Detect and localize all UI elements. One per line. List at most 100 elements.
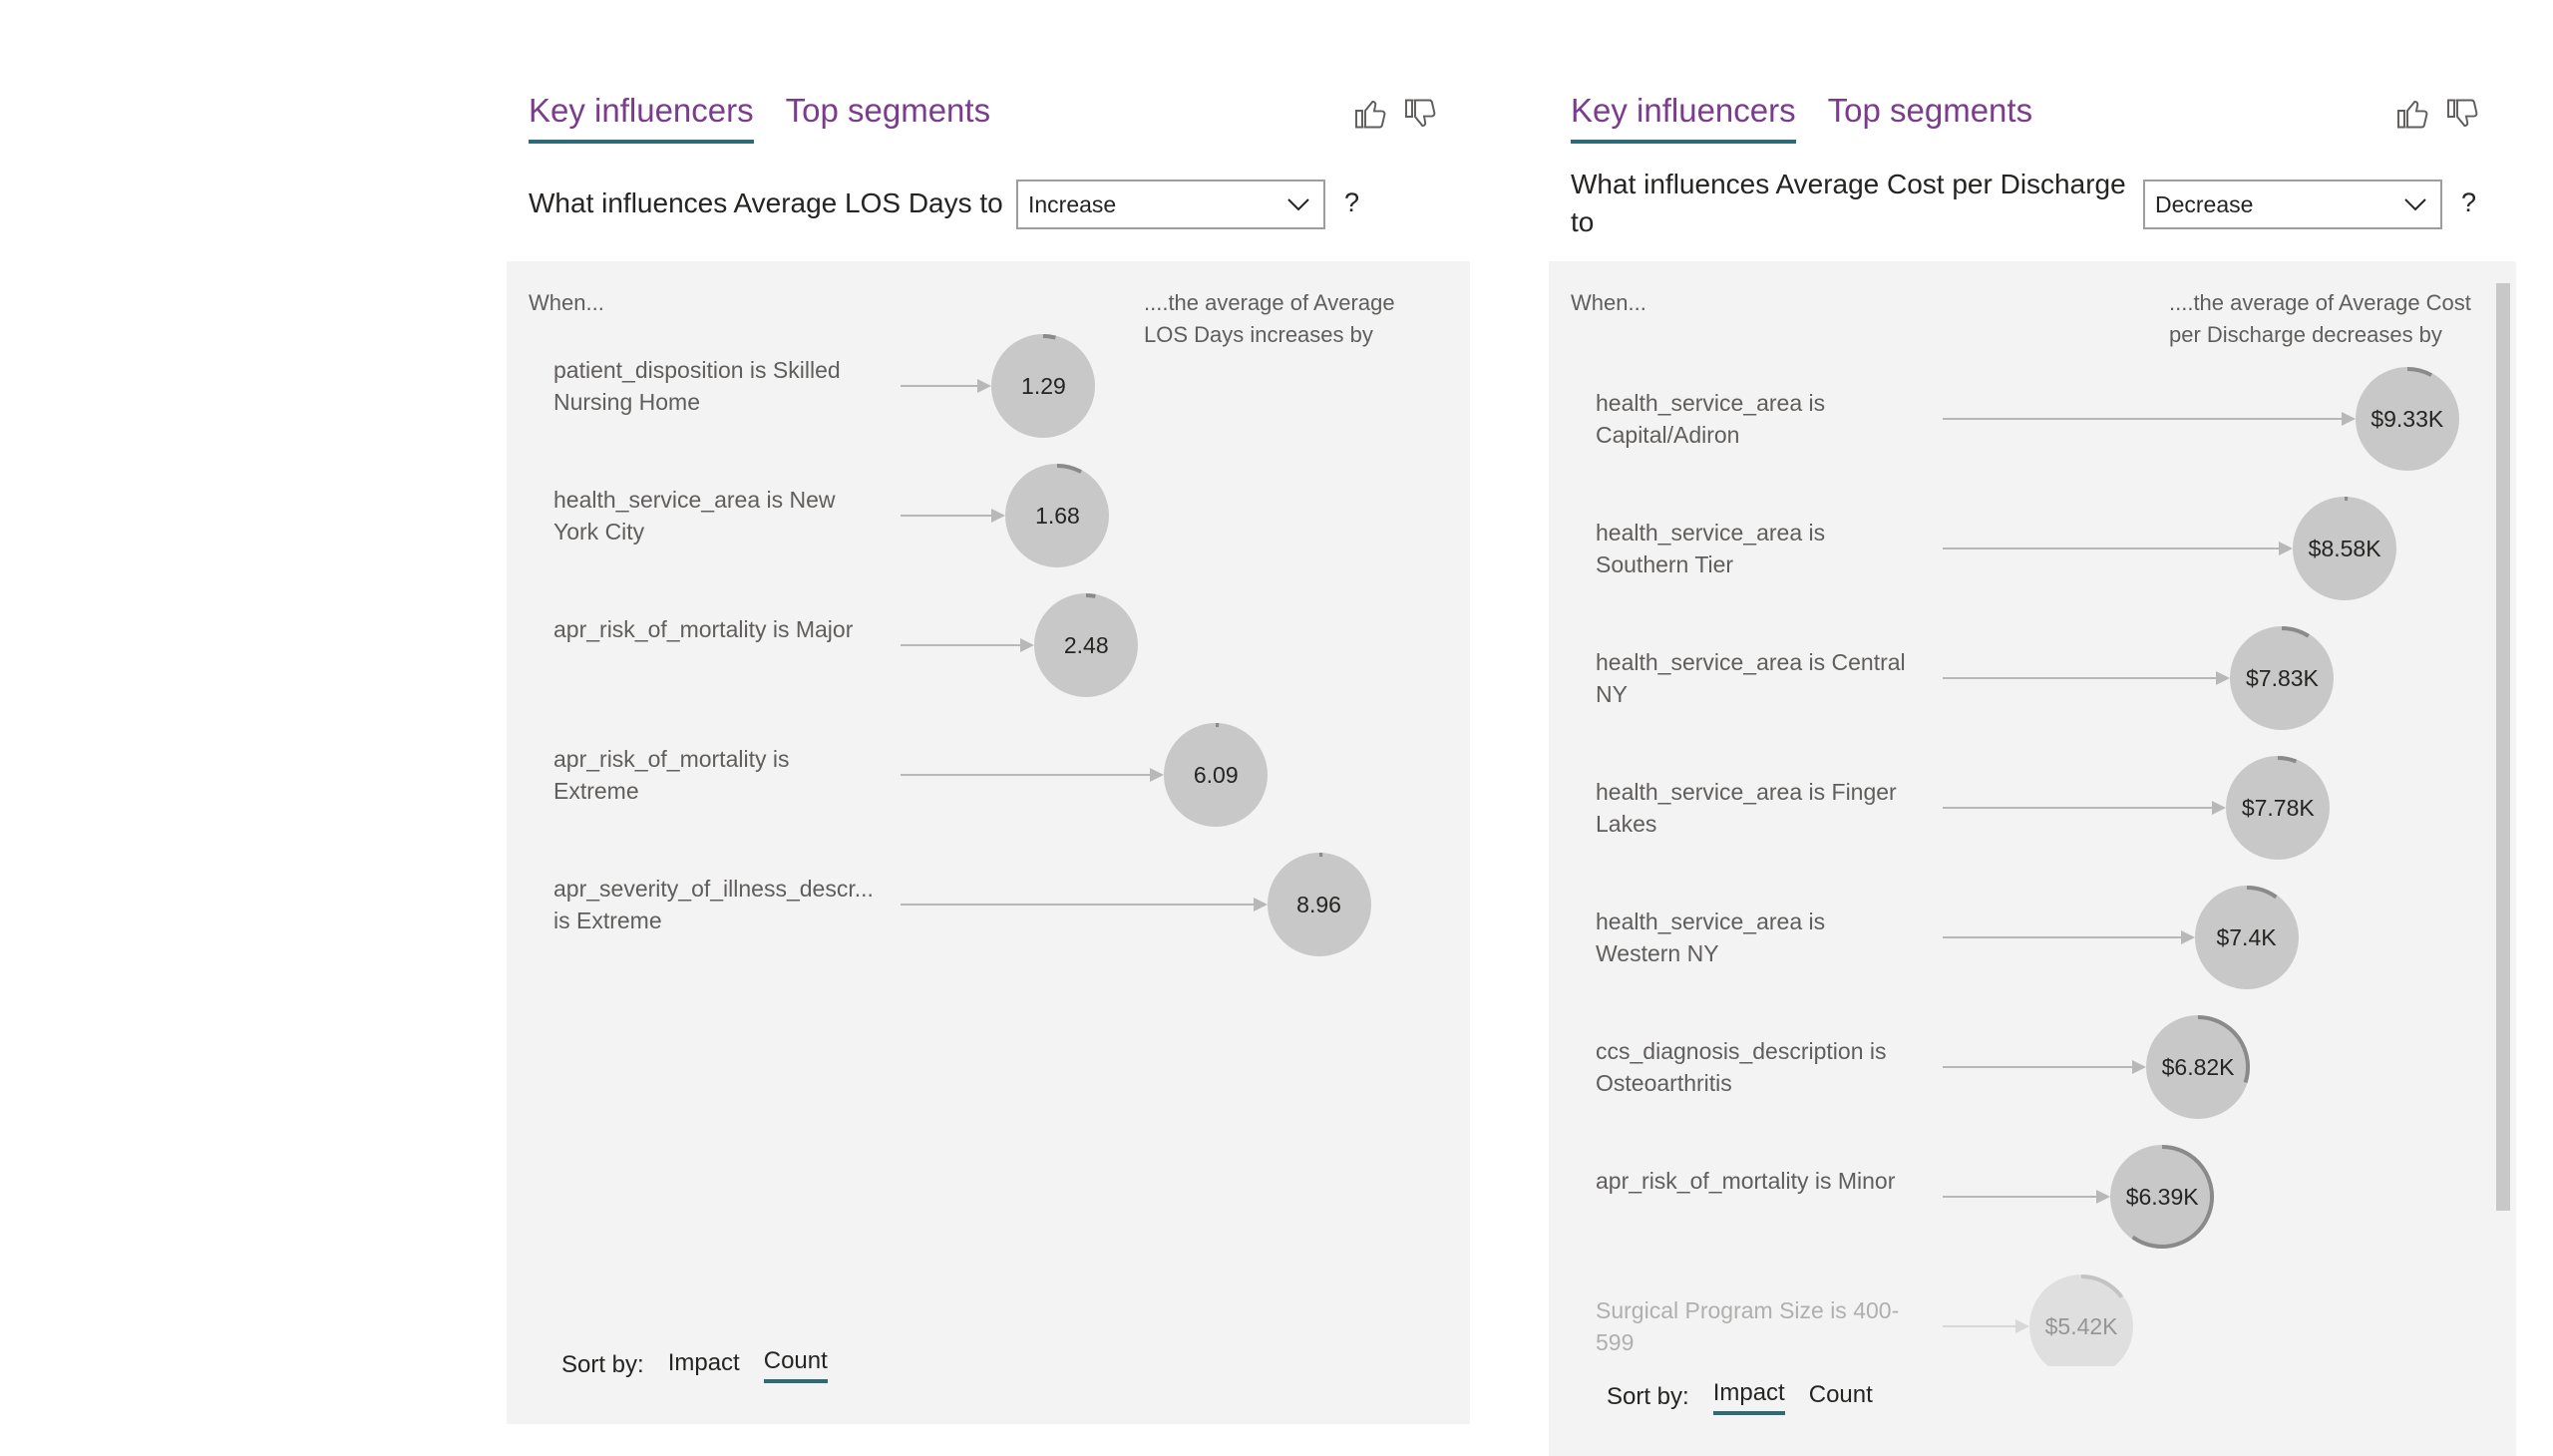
thumbs-up-icon[interactable]	[1353, 96, 1389, 132]
sort-label: Sort by:	[561, 1351, 644, 1378]
influencer-arrow-line	[901, 774, 1151, 776]
influencer-label: patient_disposition is Skilled Nursing H…	[553, 357, 841, 415]
influencer-label: health_service_area is Western NY	[1596, 909, 1826, 966]
influencer-bubble[interactable]: $6.39K	[2110, 1145, 2215, 1249]
influencer-value: 8.96	[1296, 891, 1341, 917]
influencer-bubble[interactable]: $8.58K	[2293, 497, 2397, 600]
sort-option-count[interactable]: Count	[1809, 1381, 1873, 1413]
arrow-head-icon	[2341, 412, 2356, 426]
arrow-head-icon	[1150, 768, 1165, 782]
question-line-2: to	[1571, 206, 1595, 237]
sort-bar: Sort by: Impact Count	[561, 1347, 828, 1383]
direction-dropdown[interactable]: Decrease	[2143, 180, 2442, 229]
influencer-arrow-line	[901, 515, 992, 517]
thumbs-down-icon[interactable]	[1403, 96, 1439, 132]
arrow-head-icon	[2212, 801, 2227, 815]
influencer-arrow-line	[1943, 1325, 2016, 1327]
column-header-result: ....the average of Average Cost per Disc…	[2169, 290, 2471, 347]
tab-top-segments[interactable]: Top segments	[1828, 92, 2032, 144]
influencer-bubble[interactable]: 1.68	[1005, 464, 1110, 567]
influencer-value: $7.4K	[2216, 923, 2277, 950]
influencer-label: apr_risk_of_mortality is Extreme	[553, 746, 790, 804]
vertical-scrollbar[interactable]	[2496, 283, 2510, 1211]
influencer-arrow-line	[901, 904, 1254, 906]
sort-bar: Sort by: Impact Count	[1607, 1379, 1873, 1415]
question-line-1: What influences Average Cost per Dischar…	[1571, 169, 2126, 199]
arrow-head-icon	[991, 509, 1006, 523]
influencer-bubble[interactable]: 6.09	[1164, 723, 1269, 827]
question-text: What influences Average Cost per Dischar…	[1571, 166, 2126, 241]
question-row: What influences Average LOS Days to	[529, 184, 1003, 222]
influencer-label: Surgical Program Size is 400-599	[1596, 1297, 1900, 1355]
key-influencers-visual-los: Key influencers Top segments What influe…	[504, 0, 1471, 1426]
influencer-value: 2.48	[1063, 631, 1109, 658]
influencer-label: health_service_area is Capital/Adiron	[1596, 390, 1826, 448]
tab-top-segments[interactable]: Top segments	[786, 92, 990, 144]
influencer-arrow-line	[1943, 418, 2342, 420]
sort-option-impact[interactable]: Impact	[1712, 1379, 1785, 1415]
influencer-arrow-line	[1943, 1066, 2133, 1068]
chevron-down-icon	[2404, 198, 2426, 211]
arrow-head-icon	[2216, 671, 2231, 685]
influencer-value: $5.42K	[2044, 1312, 2118, 1339]
influencer-value: $9.33K	[2371, 405, 2444, 432]
influencer-value: 6.09	[1193, 761, 1239, 788]
tab-bar: Key influencers Top segments	[529, 92, 990, 144]
influencer-bubble[interactable]: $7.83K	[2230, 626, 2335, 730]
influencer-label: health_service_area is Finger Lakes	[1596, 779, 1897, 837]
influencer-bubble[interactable]: 2.48	[1034, 593, 1139, 697]
influencer-arrow-line	[1943, 807, 2213, 809]
arrow-head-icon	[2279, 542, 2294, 555]
influencer-value: $7.83K	[2246, 664, 2319, 691]
influencer-bubble[interactable]: $5.42K	[2029, 1274, 2134, 1378]
feedback-buttons	[2395, 96, 2481, 132]
influencer-value: $8.58K	[2308, 535, 2381, 561]
influencer-arrow-line	[1943, 936, 2181, 938]
direction-dropdown[interactable]: Increase	[1016, 180, 1325, 229]
influencer-arrow-line	[901, 644, 1021, 646]
chevron-down-icon	[1287, 198, 1309, 211]
tab-key-influencers[interactable]: Key influencers	[1571, 92, 1796, 144]
thumbs-up-icon[interactable]	[2395, 96, 2431, 132]
influencer-arrow-line	[1943, 1196, 2097, 1198]
dropdown-value: Increase	[1028, 190, 1117, 217]
arrow-head-icon	[1253, 898, 1268, 911]
tab-bar: Key influencers Top segments	[1571, 92, 2032, 144]
key-influencers-visual-cost: Key influencers Top segments What influe…	[1546, 0, 2533, 1456]
influencer-bubble[interactable]: $9.33K	[2355, 367, 2459, 471]
dropdown-value: Decrease	[2155, 190, 2254, 217]
influencer-value: $6.82K	[2161, 1053, 2235, 1080]
influencer-arrow-line	[901, 385, 978, 387]
column-header-when: When...	[1571, 290, 1646, 315]
feedback-buttons	[1353, 96, 1439, 132]
influencer-label: apr_risk_of_mortality is Major	[553, 616, 854, 642]
influencer-bubble[interactable]: $7.78K	[2226, 756, 2331, 860]
influencer-label: ccs_diagnosis_description is Osteoarthri…	[1596, 1038, 1887, 1096]
sort-label: Sort by:	[1607, 1383, 1689, 1410]
influencer-value: $7.78K	[2241, 794, 2315, 821]
question-text: What influences Average LOS Days to	[529, 187, 1003, 218]
influencer-bubble[interactable]: 1.29	[991, 334, 1096, 438]
influencer-bubble[interactable]: 8.96	[1267, 853, 1371, 956]
influencer-bubble[interactable]: $7.4K	[2194, 886, 2299, 989]
help-icon[interactable]: ?	[1344, 187, 1359, 218]
influencer-value: 1.68	[1035, 502, 1080, 529]
arrow-head-icon	[1020, 638, 1035, 652]
arrow-head-icon	[2180, 930, 2195, 944]
influencer-label: apr_risk_of_mortality is Minor	[1596, 1168, 1896, 1194]
influencer-value: 1.29	[1021, 372, 1066, 399]
thumbs-down-icon[interactable]	[2445, 96, 2481, 132]
sort-option-impact[interactable]: Impact	[668, 1349, 740, 1381]
help-icon[interactable]: ?	[2461, 187, 2476, 218]
arrow-head-icon	[977, 379, 992, 393]
influencer-value: $6.39K	[2125, 1183, 2199, 1210]
tab-key-influencers[interactable]: Key influencers	[529, 92, 754, 144]
influencer-label: health_service_area is Southern Tier	[1596, 520, 1826, 577]
influencer-bubble[interactable]: $6.82K	[2146, 1015, 2251, 1119]
influencer-label: health_service_area is Central NY	[1596, 649, 1906, 707]
arrow-head-icon	[2096, 1190, 2111, 1204]
column-header-when: When...	[529, 290, 604, 315]
influencer-label: health_service_area is New York City	[553, 487, 836, 545]
sort-option-count[interactable]: Count	[763, 1347, 828, 1383]
influencer-label: apr_severity_of_illness_descr... is Extr…	[553, 876, 874, 933]
